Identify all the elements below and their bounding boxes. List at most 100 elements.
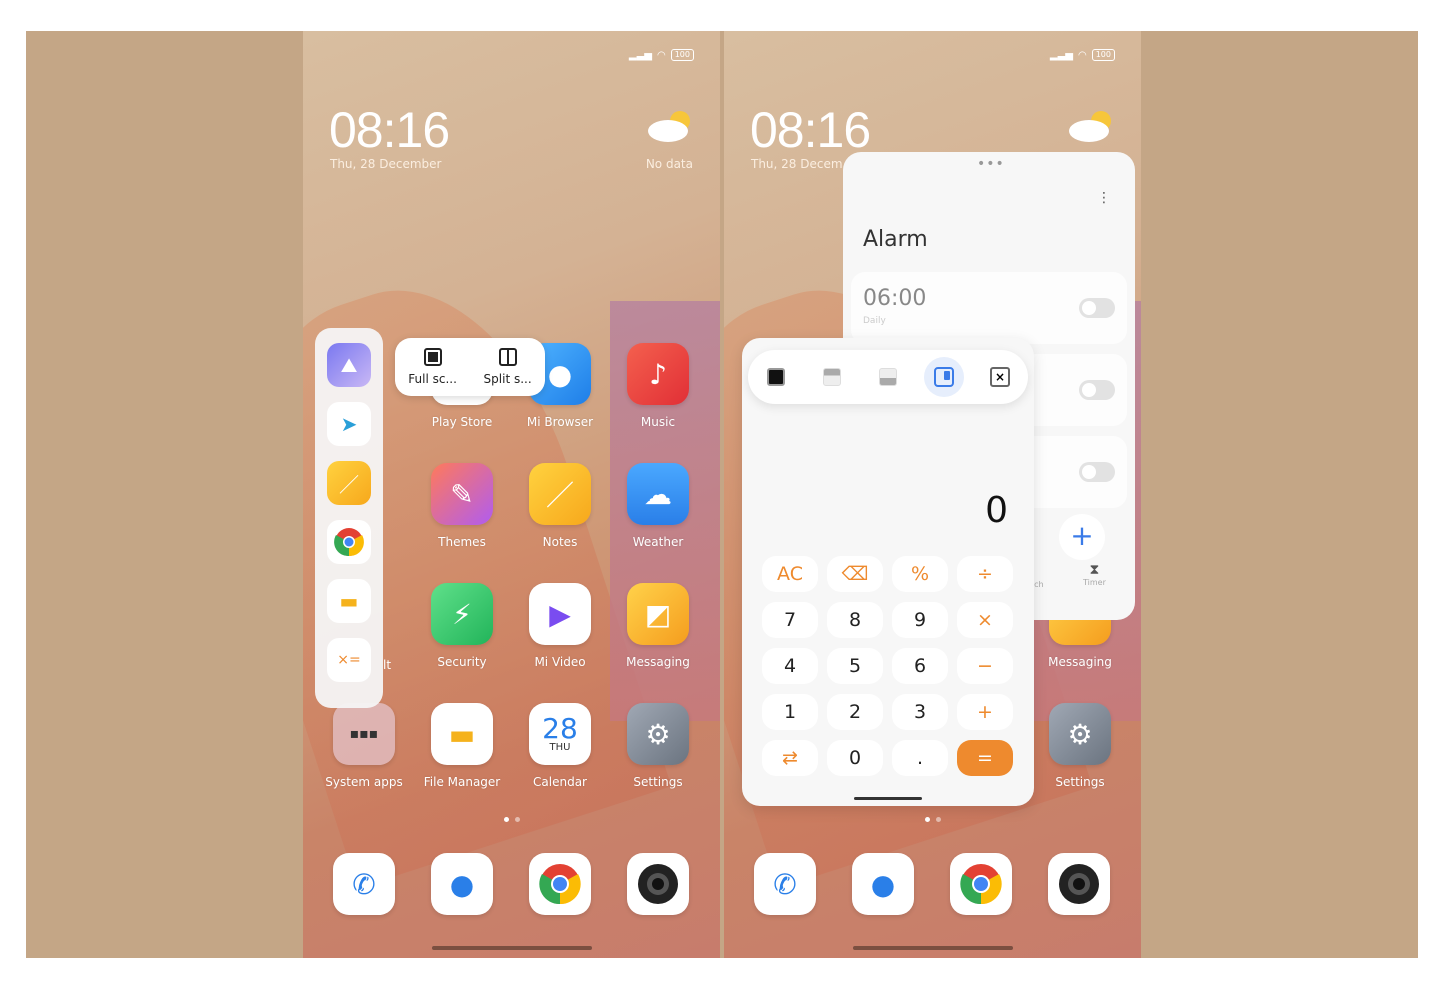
calc-key[interactable]: 0 (827, 740, 883, 776)
tab-timer[interactable]: ⧗ Timer (1083, 562, 1106, 587)
signal-icon: ▂▃▅ (1049, 49, 1073, 61)
calc-key[interactable]: 4 (762, 648, 818, 684)
dock-chrome[interactable] (515, 853, 605, 915)
phone-icon: ✆ (754, 853, 816, 915)
fullscreen-option[interactable]: Full sc... (408, 348, 457, 386)
camera-icon (1059, 864, 1099, 904)
signal-icon: ▂▃▅ (628, 49, 652, 61)
calc-key[interactable]: 9 (892, 602, 948, 638)
status-bar: ▂▃▅ ◠ 100 (629, 49, 694, 61)
partial-app-label: lt (383, 658, 392, 672)
play-icon: ▶ (529, 583, 591, 645)
calc-key[interactable]: . (892, 740, 948, 776)
app-settings[interactable]: ⚙ Settings (613, 703, 703, 789)
calc-key[interactable]: ÷ (957, 556, 1013, 592)
clock-time[interactable]: 08:16 (329, 101, 450, 159)
app-mi-video[interactable]: ▶ Mi Video (515, 583, 605, 669)
add-alarm-button[interactable]: + (1059, 514, 1105, 560)
calc-key[interactable]: − (957, 648, 1013, 684)
message-icon: ◩ (627, 583, 689, 645)
dock-phone[interactable]: ✆ (319, 853, 409, 915)
app-weather[interactable]: ☁ Weather (613, 463, 703, 549)
sidebar-notes-icon[interactable]: ／ (327, 461, 371, 505)
folder-icon: ▪▪▪ (333, 703, 395, 765)
sidebar-gallery-icon[interactable]: ⛰ (327, 343, 371, 387)
split-top-button[interactable] (812, 357, 852, 397)
split-screen-option[interactable]: Split s... (484, 348, 532, 386)
sidebar-chrome-icon[interactable] (334, 527, 364, 557)
gear-icon: ⚙ (627, 703, 689, 765)
calc-key[interactable]: 6 (892, 648, 948, 684)
fullscreen-icon (767, 368, 785, 386)
calc-key[interactable]: ⌫ (827, 556, 883, 592)
dock-chrome[interactable] (936, 853, 1026, 915)
alarm-time: 06:00 (863, 286, 927, 311)
clock-date: Thu, 28 December (330, 157, 442, 171)
weather-icon: ☁ (627, 463, 689, 525)
floating-app-sidebar[interactable]: ⛰ ➤ ／ ▬ ×= (315, 328, 383, 708)
dock-phone[interactable]: ✆ (740, 853, 830, 915)
calculator-floating-window[interactable]: × 0 AC ⌫% ÷ 7 8 9 × 4 5 6−1 2 3 + ⇄ 0. = (742, 338, 1034, 806)
home-indicator[interactable] (431, 946, 592, 950)
window-mode-toolbar: × (748, 350, 1028, 404)
app-settings[interactable]: ⚙ Settings (1035, 703, 1125, 789)
backdrop (26, 31, 1418, 958)
calc-key[interactable]: % (892, 556, 948, 592)
alarm-repeat: Daily (863, 316, 886, 326)
split-bottom-icon (879, 368, 897, 386)
app-file-manager[interactable]: ▬ File Manager (417, 703, 507, 789)
fullscreen-button[interactable] (756, 357, 796, 397)
sidebar-telegram-icon[interactable]: ➤ (327, 402, 371, 446)
calc-key[interactable]: 3 (892, 694, 948, 730)
calc-key[interactable]: 8 (827, 602, 883, 638)
dock-messages[interactable]: ● (838, 853, 928, 915)
calc-key[interactable]: 1 (762, 694, 818, 730)
calc-key[interactable]: ⇄ (762, 740, 818, 776)
page-indicator (924, 817, 941, 822)
home-indicator[interactable] (852, 946, 1013, 950)
status-bar: ▂▃▅ ◠ 100 (1050, 49, 1115, 61)
dock-camera[interactable] (1034, 853, 1124, 915)
sidebar-calculator-icon[interactable]: ×= (327, 638, 371, 682)
chrome-icon (960, 864, 1002, 905)
phone-screen-right: ▂▃▅ ◠ 100 08:16 Thu, 28 Decem Messaging ⚙ S… (724, 31, 1141, 958)
calc-key[interactable]: AC (762, 556, 818, 592)
clock-time[interactable]: 08:16 (750, 101, 871, 159)
app-messaging[interactable]: ◩ Messaging (613, 583, 703, 669)
app-notes[interactable]: ／ Notes (515, 463, 605, 549)
app-security[interactable]: ⚡ Security (417, 583, 507, 669)
wifi-icon: ◠ (1077, 49, 1087, 61)
wifi-icon: ◠ (656, 49, 666, 61)
more-options-icon[interactable]: ⋮ (1097, 190, 1111, 206)
window-resize-handle[interactable] (854, 797, 922, 800)
calc-key[interactable]: 7 (762, 602, 818, 638)
alarm-toggle[interactable] (1079, 380, 1115, 400)
close-window-button[interactable]: × (980, 357, 1020, 397)
app-music[interactable]: ♪ Music (613, 343, 703, 429)
calc-key[interactable]: 5 (827, 648, 883, 684)
weather-cloud-icon[interactable] (1067, 109, 1113, 143)
app-themes[interactable]: ✎ Themes (417, 463, 507, 549)
dock-messages[interactable]: ● (417, 853, 507, 915)
floating-window-button[interactable] (924, 357, 964, 397)
calc-key[interactable]: + (957, 694, 1013, 730)
folder-system-apps[interactable]: ▪▪▪ System apps (319, 703, 409, 789)
file-folder-icon: ▬ (431, 703, 493, 765)
calculator-display: 0 (985, 490, 1008, 531)
weather-cloud-icon[interactable] (646, 109, 692, 143)
gear-icon: ⚙ (1049, 703, 1111, 765)
window-mode-popup: Full sc... Split s... (395, 338, 545, 396)
app-calendar[interactable]: 28 THU Calendar (515, 703, 605, 789)
alarm-title: Alarm (863, 227, 928, 252)
brush-icon: ✎ (431, 463, 493, 525)
window-handle-dots[interactable]: ••• (977, 156, 1005, 172)
dock-camera[interactable] (613, 853, 703, 915)
alarm-toggle[interactable] (1079, 462, 1115, 482)
sidebar-file-manager-icon[interactable]: ▬ (327, 579, 371, 623)
split-bottom-button[interactable] (868, 357, 908, 397)
calc-key[interactable]: × (957, 602, 1013, 638)
alarm-toggle[interactable] (1079, 298, 1115, 318)
alarm-item[interactable]: 06:00 Daily (851, 272, 1127, 344)
calc-key[interactable]: 2 (827, 694, 883, 730)
calc-key[interactable]: = (957, 740, 1013, 776)
